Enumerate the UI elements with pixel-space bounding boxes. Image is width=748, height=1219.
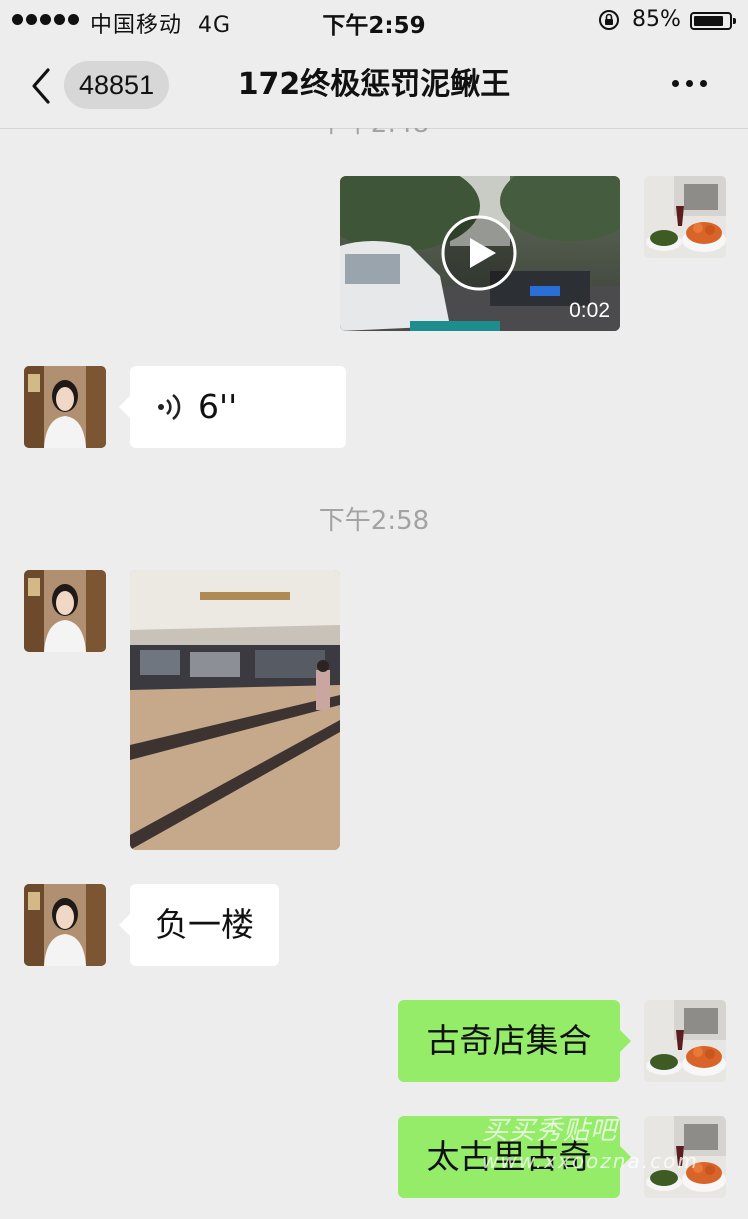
play-icon[interactable] bbox=[440, 214, 518, 292]
watermark-text: 买买秀贴吧 bbox=[482, 1116, 618, 1146]
self-avatar[interactable] bbox=[644, 176, 726, 258]
more-dots-icon[interactable] bbox=[672, 80, 707, 87]
text-message[interactable]: 负一楼 bbox=[119, 884, 279, 966]
contact-avatar[interactable] bbox=[24, 366, 106, 448]
chevron-left-icon[interactable] bbox=[28, 66, 58, 106]
voice-wave-icon bbox=[158, 393, 181, 421]
unread-count-badge[interactable]: 48851 bbox=[64, 61, 170, 109]
food-photo-avatar bbox=[644, 1000, 726, 1082]
chat-header: 48851 172终极惩罚泥鳅王 bbox=[0, 44, 748, 129]
chat-timestamp: 下午2:58 bbox=[318, 506, 430, 536]
image-message[interactable] bbox=[130, 570, 340, 850]
contact-avatar[interactable] bbox=[24, 570, 106, 652]
site-watermark: 买买秀贴吧 www.xxoozna.com bbox=[482, 1116, 699, 1176]
chat-timestamp: 下午2:48 bbox=[0, 128, 748, 138]
voice-message[interactable]: 6'' bbox=[119, 366, 346, 448]
contact-avatar[interactable] bbox=[24, 884, 106, 966]
text-message[interactable]: 古奇店集合 bbox=[398, 1000, 631, 1082]
video-duration: 0:02 bbox=[569, 299, 610, 322]
battery-percent: 85% bbox=[632, 7, 681, 32]
message-text: 古奇店集合 bbox=[426, 1021, 592, 1060]
rotation-lock-icon bbox=[599, 10, 619, 30]
video-message[interactable]: 0:02 bbox=[340, 176, 620, 331]
chat-title: 172终极惩罚泥鳅王 bbox=[237, 67, 511, 102]
self-avatar[interactable] bbox=[644, 1000, 726, 1082]
timestamp-text: 下午2:48 bbox=[0, 128, 748, 138]
food-photo-avatar bbox=[644, 176, 726, 258]
battery-icon bbox=[690, 12, 736, 30]
status-bar: 中国移动 4G 下午2:59 85% bbox=[0, 0, 748, 44]
watermark-url: www.xxoozna.com bbox=[482, 1149, 699, 1173]
message-text: 负一楼 bbox=[155, 905, 254, 944]
portrait-photo-avatar bbox=[24, 366, 106, 448]
portrait-photo-avatar bbox=[24, 884, 106, 966]
portrait-photo-avatar bbox=[24, 570, 106, 652]
voice-duration: 6'' bbox=[198, 387, 238, 426]
mall-photo bbox=[130, 570, 340, 850]
